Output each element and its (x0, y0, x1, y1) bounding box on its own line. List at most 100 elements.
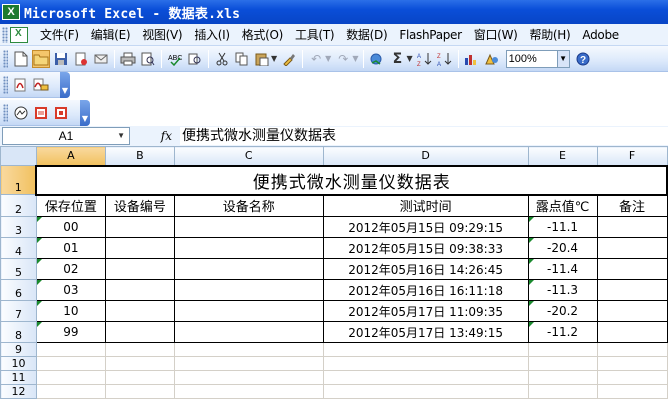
menu-tools[interactable]: 工具(T) (289, 25, 340, 45)
empty-cell[interactable] (104, 342, 175, 357)
header-cell-remarks[interactable]: 备注 (596, 194, 668, 217)
row-header-5[interactable]: 5 (0, 258, 37, 280)
empty-cell[interactable] (173, 356, 324, 371)
convert-to-pdf-icon[interactable] (12, 76, 30, 94)
redo-icon[interactable]: ↷ (334, 50, 352, 68)
cell-test-time[interactable]: 2012年05月16日 16:11:18 (322, 279, 529, 301)
column-header-b[interactable]: B (104, 146, 175, 166)
empty-cell[interactable] (104, 370, 175, 385)
drawing-icon[interactable] (483, 50, 501, 68)
cell-remarks[interactable] (596, 258, 668, 280)
toolbar-options-icon[interactable]: ▼ (80, 99, 90, 126)
row-header-8[interactable]: 8 (0, 321, 37, 343)
empty-cell[interactable] (596, 384, 668, 399)
cell-location[interactable]: 03 (35, 279, 106, 301)
cell-test-time[interactable]: 2012年05月17日 13:49:15 (322, 321, 529, 343)
cell-location[interactable]: 99 (35, 321, 106, 343)
insert-function-icon[interactable]: fx (130, 129, 180, 143)
flashpaper-icon[interactable] (12, 104, 30, 122)
empty-cell[interactable] (322, 356, 529, 371)
cut-icon[interactable] (213, 50, 231, 68)
select-all-corner[interactable] (0, 146, 37, 166)
open-folder-icon[interactable] (32, 49, 50, 68)
cell-location[interactable]: 00 (35, 216, 106, 238)
row-header-6[interactable]: 6 (0, 279, 37, 301)
hyperlink-icon[interactable] (368, 50, 386, 68)
column-header-a[interactable]: A (35, 146, 106, 166)
save-icon[interactable] (52, 50, 70, 68)
zoom-select[interactable]: 100% ▼ (505, 49, 570, 68)
menu-format[interactable]: 格式(O) (236, 25, 289, 45)
empty-cell[interactable] (527, 370, 598, 385)
menu-grip-handle[interactable] (2, 26, 8, 43)
header-cell-location[interactable]: 保存位置 (35, 194, 106, 217)
cell-device-name[interactable] (173, 237, 324, 259)
menu-view[interactable]: 视图(V) (136, 25, 188, 45)
empty-cell[interactable] (35, 384, 106, 399)
empty-cell[interactable] (322, 342, 529, 357)
cell-test-time[interactable]: 2012年05月15日 09:29:15 (322, 216, 529, 238)
cell-location[interactable]: 10 (35, 300, 106, 322)
menu-edit[interactable]: 编辑(E) (85, 25, 136, 45)
cell-dew-point[interactable]: -11.1 (527, 216, 598, 238)
toolbar-grip-handle[interactable] (3, 49, 8, 68)
email-icon[interactable] (92, 50, 110, 68)
autosum-icon[interactable]: Σ (388, 50, 406, 68)
empty-cell[interactable] (527, 384, 598, 399)
cell-remarks[interactable] (596, 300, 668, 322)
toolbar-options-icon[interactable]: ▼ (60, 71, 70, 98)
header-cell-test-time[interactable]: 测试时间 (322, 194, 529, 217)
row-header-11[interactable]: 11 (0, 370, 37, 385)
row-header-2[interactable]: 2 (0, 194, 37, 217)
row-header-3[interactable]: 3 (0, 216, 37, 238)
cell-device-name[interactable] (173, 258, 324, 280)
header-cell-device-id[interactable]: 设备编号 (104, 194, 175, 217)
empty-cell[interactable] (35, 342, 106, 357)
name-box[interactable]: A1 ▼ (2, 127, 130, 145)
cell-dew-point[interactable]: -11.4 (527, 258, 598, 280)
empty-cell[interactable] (527, 356, 598, 371)
spelling-icon[interactable]: ABC (166, 50, 184, 68)
formula-input[interactable]: 便携式微水测量仪数据表 (180, 127, 668, 145)
empty-cell[interactable] (173, 384, 324, 399)
menu-help[interactable]: 帮助(H) (524, 25, 577, 45)
cell-location[interactable]: 01 (35, 237, 106, 259)
empty-cell[interactable] (173, 342, 324, 357)
chevron-down-icon[interactable]: ▼ (556, 50, 569, 67)
empty-cell[interactable] (35, 356, 106, 371)
flashpaper-pdf-icon[interactable] (52, 104, 70, 122)
cell-remarks[interactable] (596, 321, 668, 343)
menu-flashpaper[interactable]: FlashPaper (393, 25, 467, 45)
autosum-dropdown-icon[interactable]: ▼ (406, 54, 412, 63)
cell-device-name[interactable] (173, 321, 324, 343)
cell-remarks[interactable] (596, 216, 668, 238)
print-icon[interactable] (119, 50, 137, 68)
sort-descending-icon[interactable]: ZA (436, 50, 454, 68)
format-painter-icon[interactable] (280, 50, 298, 68)
menu-data[interactable]: 数据(D) (340, 25, 393, 45)
cell-dew-point[interactable]: -11.3 (527, 279, 598, 301)
cell-device-id[interactable] (104, 216, 175, 238)
cell-device-id[interactable] (104, 279, 175, 301)
empty-cell[interactable] (104, 384, 175, 399)
empty-cell[interactable] (596, 342, 668, 357)
toolbar-grip-handle[interactable] (3, 103, 8, 122)
empty-cell[interactable] (596, 370, 668, 385)
empty-cell[interactable] (35, 370, 106, 385)
excel-app-icon[interactable]: X (2, 4, 20, 20)
cell-remarks[interactable] (596, 237, 668, 259)
cell-device-name[interactable] (173, 300, 324, 322)
paste-icon[interactable] (253, 50, 271, 68)
undo-icon[interactable]: ↶ (307, 50, 325, 68)
cell-device-id[interactable] (104, 258, 175, 280)
print-preview-icon[interactable] (139, 50, 157, 68)
cell-device-id[interactable] (104, 237, 175, 259)
menu-window[interactable]: 窗口(W) (468, 25, 524, 45)
flashpaper-convert-icon[interactable] (32, 104, 50, 122)
row-header-1[interactable]: 1 (0, 165, 37, 195)
toolbar-grip-handle[interactable] (3, 75, 8, 94)
new-document-icon[interactable] (12, 50, 30, 68)
cell-dew-point[interactable]: -11.2 (527, 321, 598, 343)
cell-device-id[interactable] (104, 300, 175, 322)
row-header-9[interactable]: 9 (0, 342, 37, 357)
